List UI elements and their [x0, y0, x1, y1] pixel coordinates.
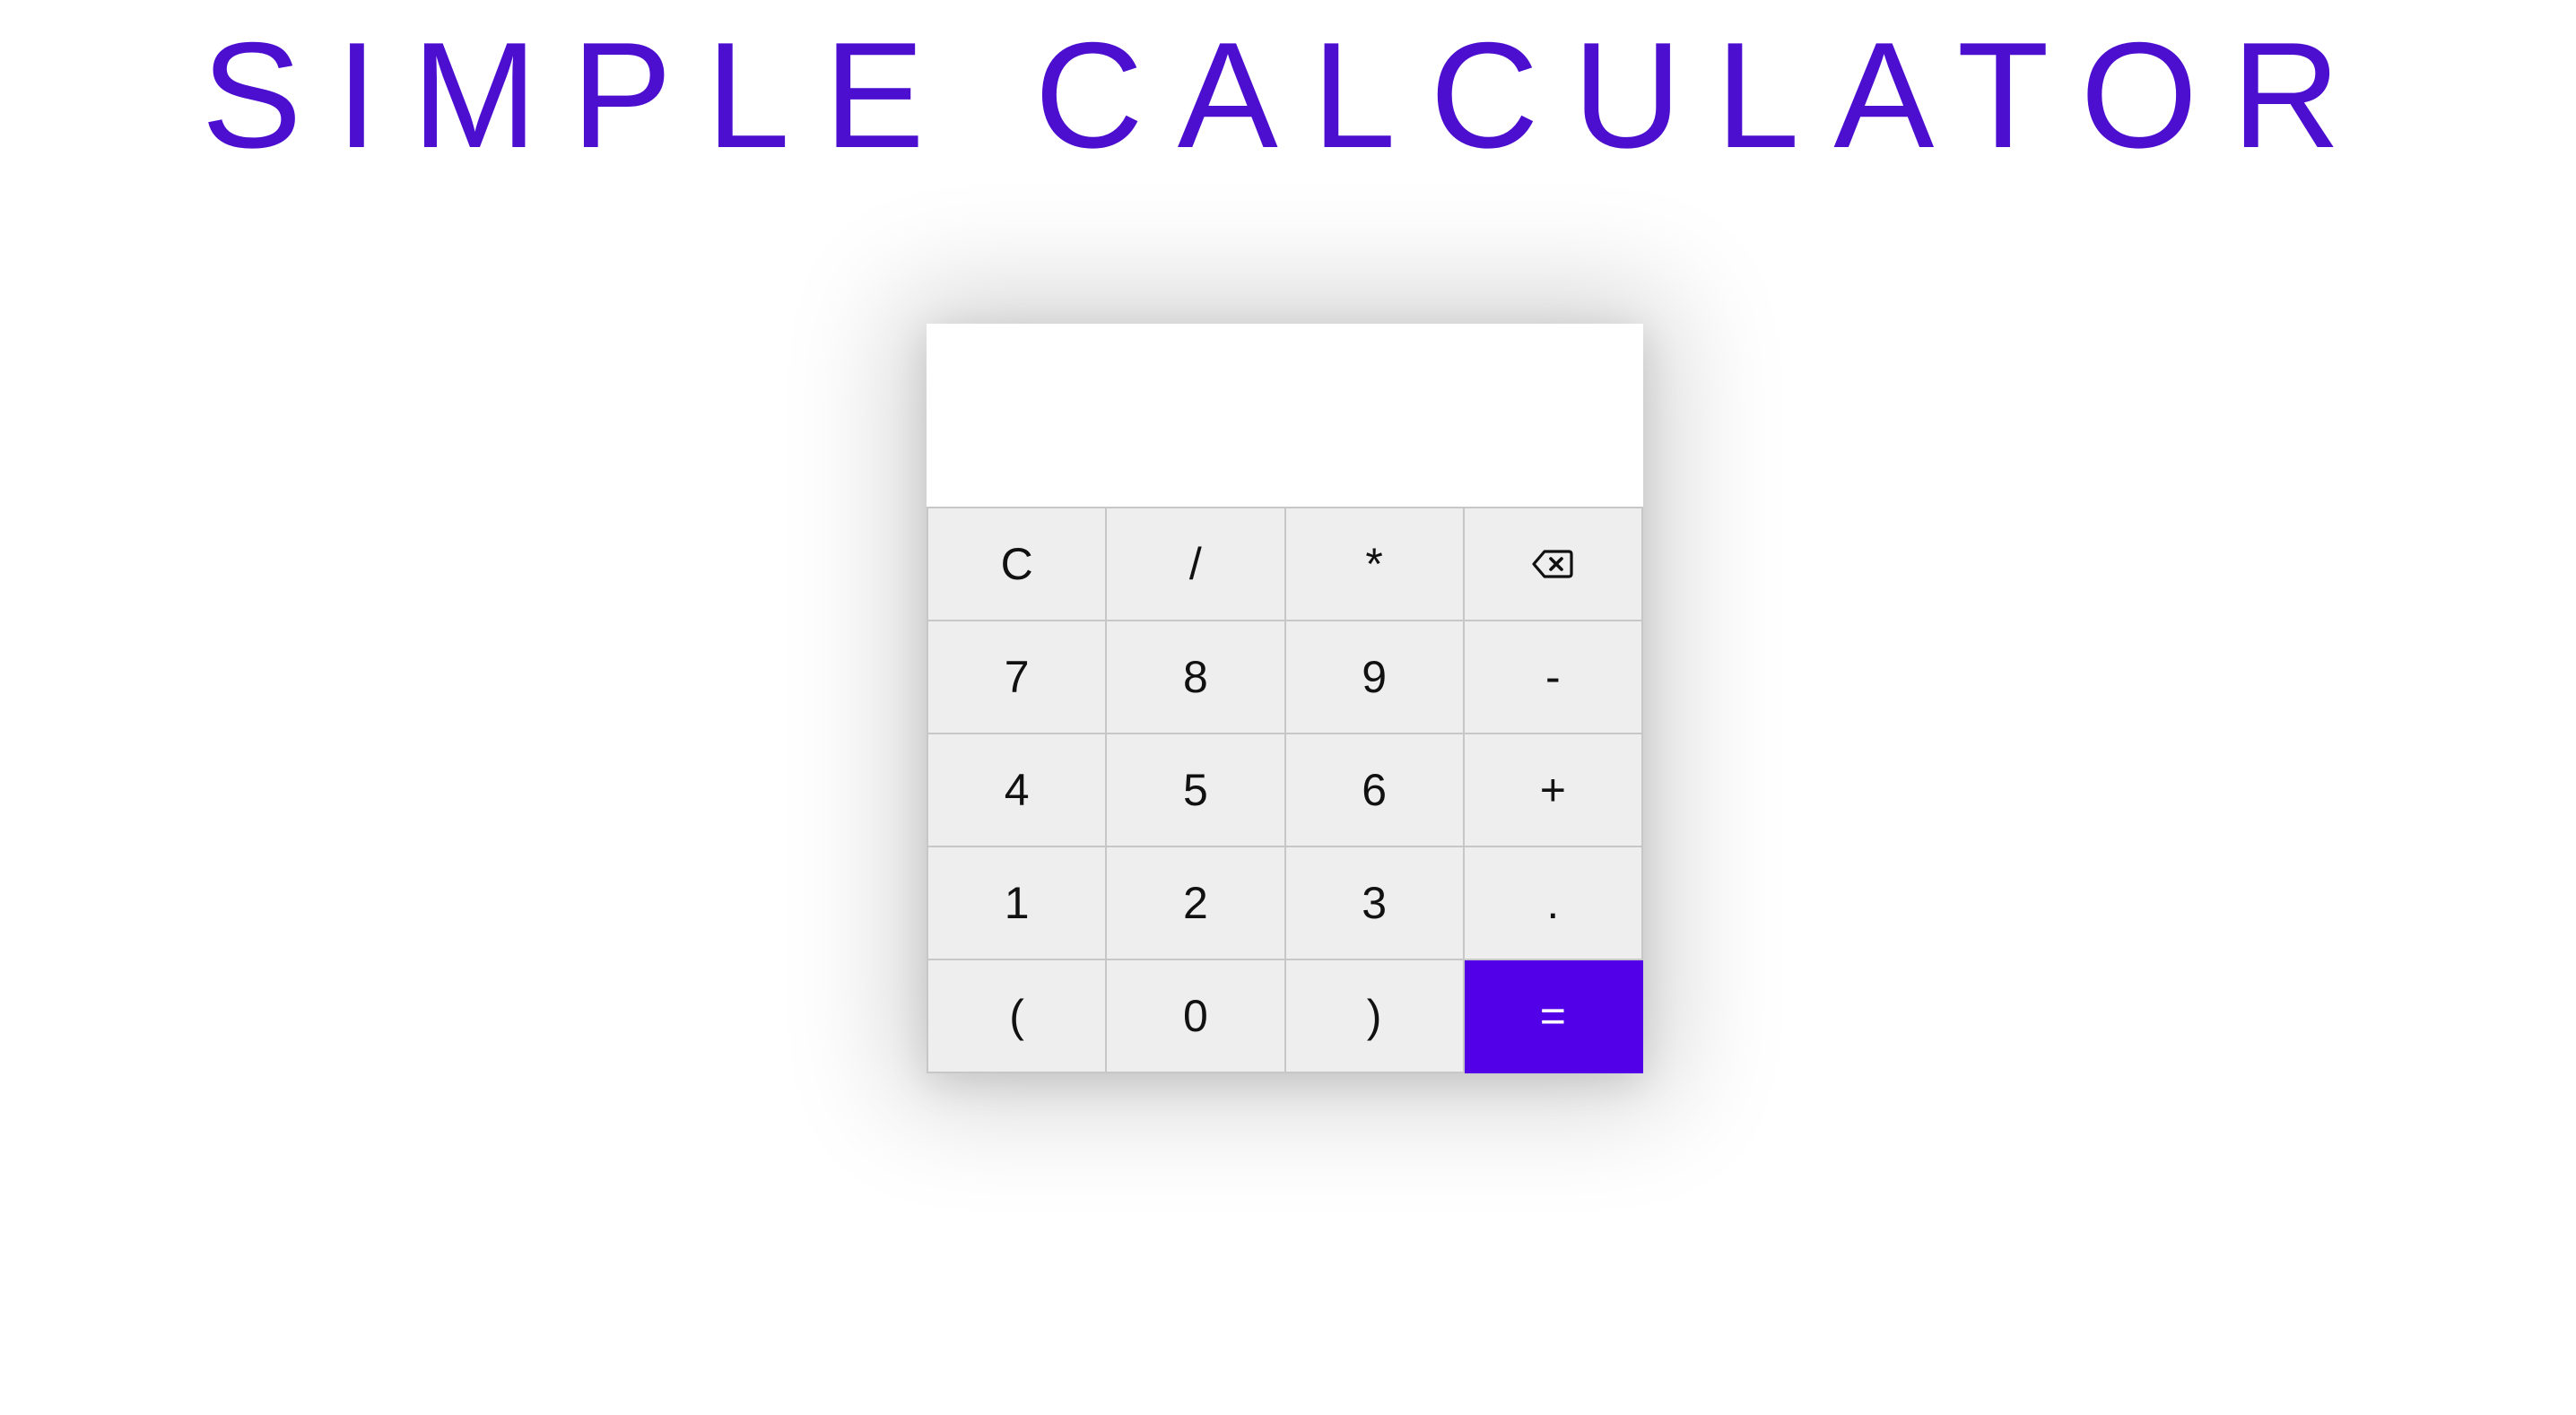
digit-8-button[interactable]: 8 [1107, 621, 1286, 734]
open-paren-button[interactable]: ( [928, 960, 1108, 1073]
digit-5-button[interactable]: 5 [1107, 734, 1286, 847]
backspace-button[interactable] [1464, 508, 1643, 621]
page-header: SIMPLE CALCULATOR [0, 0, 2576, 179]
calculator: C / * 7 8 9 - 4 5 6 + 1 2 3 . ( 0 ) = [927, 324, 1643, 1073]
keypad: C / * 7 8 9 - 4 5 6 + 1 2 3 . ( 0 ) = [927, 507, 1643, 1073]
digit-2-button[interactable]: 2 [1107, 847, 1286, 960]
digit-7-button[interactable]: 7 [928, 621, 1108, 734]
page-title: SIMPLE CALCULATOR [201, 11, 2375, 179]
digit-4-button[interactable]: 4 [928, 734, 1108, 847]
multiply-button[interactable]: * [1285, 508, 1465, 621]
decimal-button[interactable]: . [1464, 847, 1643, 960]
equals-button[interactable]: = [1464, 960, 1643, 1073]
digit-6-button[interactable]: 6 [1285, 734, 1465, 847]
subtract-button[interactable]: - [1464, 621, 1643, 734]
backspace-icon [1532, 538, 1573, 590]
digit-0-button[interactable]: 0 [1107, 960, 1286, 1073]
close-paren-button[interactable]: ) [1285, 960, 1465, 1073]
digit-9-button[interactable]: 9 [1285, 621, 1465, 734]
digit-3-button[interactable]: 3 [1285, 847, 1465, 960]
divide-button[interactable]: / [1107, 508, 1286, 621]
add-button[interactable]: + [1464, 734, 1643, 847]
clear-button[interactable]: C [928, 508, 1108, 621]
calculator-display[interactable] [927, 324, 1643, 507]
digit-1-button[interactable]: 1 [928, 847, 1108, 960]
